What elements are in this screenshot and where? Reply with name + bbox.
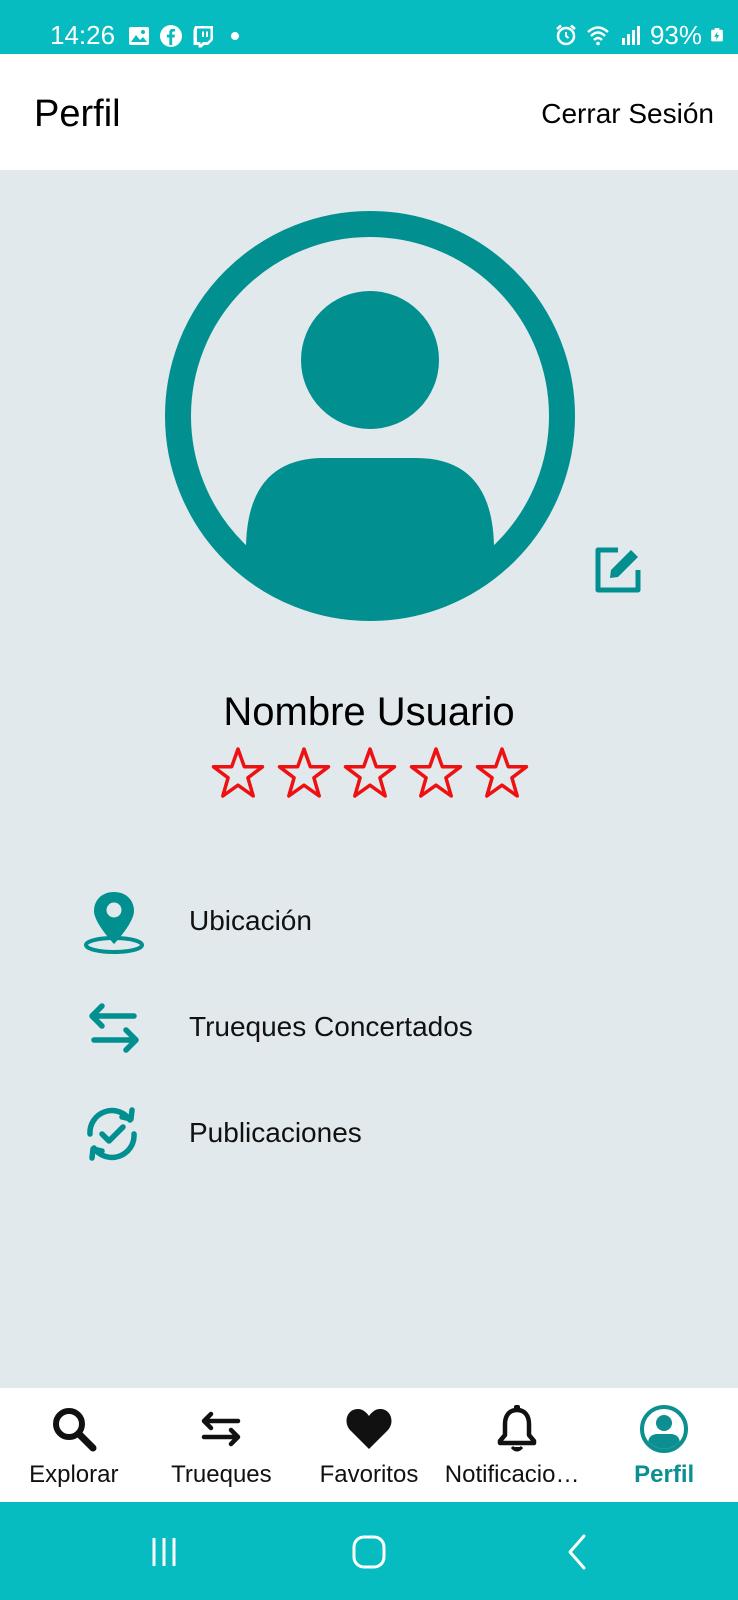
menu-item-location[interactable]: Ubicación (80, 880, 640, 960)
star-icon (211, 747, 265, 798)
account-circle-icon (640, 1405, 689, 1453)
dot-icon (231, 32, 239, 40)
user-name: Nombre Usuario (223, 690, 515, 734)
rating-stars (210, 746, 530, 802)
edit-icon[interactable] (592, 544, 644, 596)
sync-check-icon (87, 1107, 137, 1161)
system-status-icons: 93% (554, 20, 724, 50)
twitch-icon (193, 26, 213, 48)
menu-item-label: Trueques Concertados (189, 1011, 473, 1042)
star-icon (277, 747, 331, 798)
alarm-icon (556, 24, 576, 46)
heart-icon (346, 1409, 392, 1449)
nav-item-profile[interactable]: Perfil (590, 1388, 738, 1502)
facebook-icon (160, 25, 182, 47)
signal-icon (621, 26, 640, 45)
system-nav-bar (0, 1502, 738, 1600)
star-icon (343, 747, 397, 798)
back-icon[interactable] (558, 1532, 598, 1572)
page-title: Perfil (34, 93, 121, 135)
nav-label: Favoritos (319, 1461, 419, 1488)
swap-arrows-icon (89, 1003, 139, 1053)
location-pin-icon (84, 892, 144, 954)
menu-item-label: Ubicación (189, 905, 312, 936)
logout-button[interactable]: Cerrar Sesión (541, 98, 714, 130)
nav-item-explore[interactable]: Explorar (0, 1388, 148, 1502)
nav-label: Explorar (29, 1461, 119, 1488)
recent-apps-icon[interactable] (144, 1532, 184, 1572)
nav-item-notifications[interactable]: Notificaciones (443, 1388, 591, 1502)
nav-item-favorites[interactable]: Favoritos (295, 1388, 443, 1502)
menu-item-label: Publicaciones (189, 1117, 362, 1148)
star-icon (475, 747, 529, 798)
status-time: 14:26 (50, 20, 116, 50)
nav-item-trades[interactable]: Trueques (148, 1388, 296, 1502)
user-avatar-icon[interactable] (164, 210, 576, 622)
battery-icon (711, 28, 723, 42)
wifi-icon (587, 26, 609, 46)
star-icon (409, 747, 463, 798)
status-bar: 14:26 93% (0, 0, 738, 54)
menu-item-trades[interactable]: Trueques Concertados (80, 986, 640, 1066)
nav-label: Perfil (634, 1461, 695, 1488)
swap-arrows-icon (202, 1411, 241, 1447)
battery-level: 93% (649, 20, 702, 50)
notification-icons (127, 24, 247, 48)
search-icon (52, 1408, 97, 1452)
bottom-nav: Explorar Trueques Favoritos Notificacion… (0, 1388, 738, 1502)
nav-label: Trueques (171, 1461, 272, 1488)
home-icon[interactable] (349, 1532, 389, 1572)
app-bar: Perfil Cerrar Sesión (0, 54, 738, 170)
nav-label: Notificaciones (444, 1461, 591, 1488)
bell-icon (497, 1405, 536, 1452)
gallery-icon (129, 27, 149, 45)
menu-item-publications[interactable]: Publicaciones (80, 1092, 640, 1172)
